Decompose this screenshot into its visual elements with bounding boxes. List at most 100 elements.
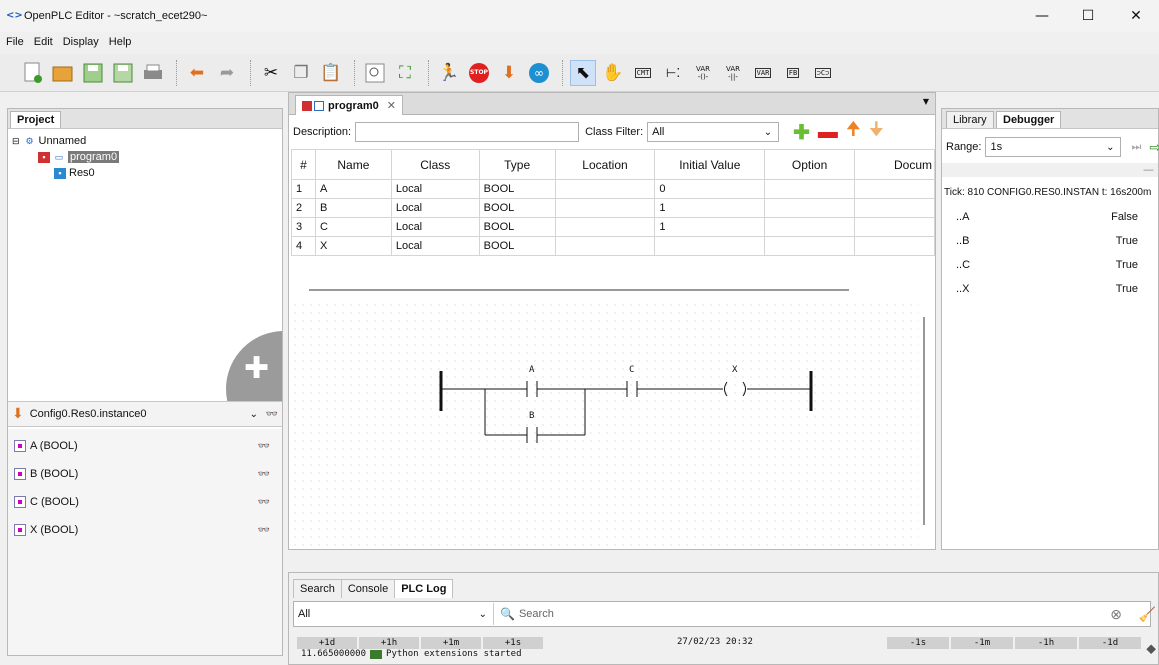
table-cell-option[interactable] bbox=[764, 198, 856, 218]
col-number[interactable]: # bbox=[291, 149, 316, 180]
list-item[interactable]: A (BOOL) 👓 bbox=[14, 437, 276, 455]
col-name[interactable]: Name bbox=[314, 149, 392, 180]
debug-value-row[interactable]: ..X True bbox=[956, 283, 1152, 295]
col-doc[interactable]: Docum bbox=[854, 149, 935, 180]
scrollbar[interactable] bbox=[309, 289, 849, 291]
table-row[interactable]: 3 C Local BOOL 1 bbox=[291, 217, 935, 237]
paste-icon[interactable]: 📋 bbox=[318, 60, 344, 86]
cut-icon[interactable]: ✂ bbox=[258, 60, 284, 86]
add-button[interactable]: ✚ bbox=[226, 331, 282, 401]
print-icon[interactable] bbox=[140, 60, 166, 86]
minimize-button[interactable]: — bbox=[1019, 0, 1065, 32]
table-row[interactable]: 2 B Local BOOL 1 bbox=[291, 198, 935, 218]
project-tab[interactable]: Project bbox=[10, 111, 62, 128]
col-type[interactable]: Type bbox=[478, 149, 556, 180]
instance-selector[interactable]: ⬇ Config0.Res0.instance0 ⌄ 👓 bbox=[8, 401, 282, 427]
fullscreen-icon[interactable]: ⛶ bbox=[392, 60, 418, 86]
table-cell-initial[interactable]: 0 bbox=[654, 179, 766, 199]
table-cell-option[interactable] bbox=[764, 236, 856, 256]
maximize-button[interactable]: ☐ bbox=[1065, 0, 1111, 32]
log-search-input[interactable]: Search bbox=[519, 608, 554, 620]
tab-debugger[interactable]: Debugger bbox=[996, 111, 1062, 128]
add-variable-icon[interactable]: ✚ bbox=[793, 120, 810, 145]
col-initial[interactable]: Initial Value bbox=[654, 149, 766, 180]
glasses-icon[interactable]: 👓 bbox=[258, 525, 270, 536]
power-rail-icon[interactable]: ⊢⁚ bbox=[660, 60, 686, 86]
pin-icon[interactable]: ⬥ bbox=[1146, 641, 1156, 657]
save-icon[interactable] bbox=[80, 60, 106, 86]
range-select[interactable]: 1s ⌄ bbox=[985, 137, 1122, 157]
col-option[interactable]: Option bbox=[764, 149, 856, 180]
pointer-icon[interactable]: ⬉ bbox=[570, 59, 596, 86]
table-row[interactable]: 1 A Local BOOL 0 bbox=[291, 179, 935, 199]
tree-root[interactable]: ⊟ ⚙ Unnamed bbox=[12, 135, 86, 147]
log-time-button[interactable]: +1h bbox=[359, 637, 419, 649]
list-item[interactable]: X (BOOL) 👓 bbox=[14, 521, 276, 539]
log-time-button[interactable]: -1s bbox=[887, 637, 949, 649]
fast-forward-icon[interactable]: ⏭ bbox=[1131, 141, 1141, 154]
tab-program0[interactable]: program0 ✕ bbox=[295, 95, 403, 115]
debug-icon[interactable]: ∞ bbox=[526, 60, 552, 86]
debug-value-row[interactable]: ..C True bbox=[956, 259, 1152, 271]
run-icon[interactable]: 🏃 bbox=[436, 60, 462, 86]
class-filter-select[interactable]: All ⌄ bbox=[647, 122, 780, 142]
tab-console[interactable]: Console bbox=[340, 579, 396, 598]
tab-library[interactable]: Library bbox=[946, 111, 994, 128]
table-cell-location[interactable] bbox=[554, 236, 656, 256]
table-cell-name[interactable]: A bbox=[314, 179, 392, 199]
table-cell-type[interactable]: BOOL bbox=[478, 198, 556, 218]
close-button[interactable]: ✕ bbox=[1113, 0, 1159, 32]
table-cell-type[interactable]: BOOL bbox=[478, 236, 556, 256]
col-class[interactable]: Class bbox=[390, 149, 480, 180]
table-cell-n[interactable]: 2 bbox=[291, 198, 316, 218]
table-cell-name[interactable]: B bbox=[314, 198, 392, 218]
tab-plc-log[interactable]: PLC Log bbox=[394, 579, 454, 598]
menu-edit[interactable]: Edit bbox=[34, 36, 53, 54]
list-item[interactable]: C (BOOL) 👓 bbox=[14, 493, 276, 511]
log-filter-select[interactable]: All ⌄ bbox=[294, 603, 494, 625]
table-cell-name[interactable]: C bbox=[314, 217, 392, 237]
export-icon[interactable]: ⇨ bbox=[1149, 139, 1159, 156]
table-cell-type[interactable]: BOOL bbox=[478, 179, 556, 199]
tab-search[interactable]: Search bbox=[293, 579, 342, 598]
copy-icon[interactable]: ❐ bbox=[288, 60, 314, 86]
undo-icon[interactable]: ⬅ bbox=[184, 60, 210, 86]
glasses-icon[interactable]: 👓 bbox=[258, 441, 270, 452]
table-cell-initial[interactable] bbox=[654, 236, 766, 256]
log-time-button[interactable]: +1d bbox=[297, 637, 357, 649]
block-icon[interactable]: ⊃C⊃ bbox=[810, 60, 836, 86]
tree-program0[interactable]: ▪ ▭ program0 bbox=[38, 151, 120, 163]
coil-icon[interactable]: VAR -()- bbox=[690, 60, 716, 86]
glasses-icon[interactable]: 👓 bbox=[258, 497, 270, 508]
log-time-button[interactable]: +1s bbox=[483, 637, 543, 649]
contact-icon[interactable]: VAR -||- bbox=[720, 60, 746, 86]
debug-value-row[interactable]: ..A False bbox=[956, 211, 1152, 223]
table-cell-location[interactable] bbox=[554, 217, 656, 237]
tab-menu-icon[interactable]: ▼ bbox=[923, 97, 929, 106]
table-cell-initial[interactable]: 1 bbox=[654, 217, 766, 237]
table-cell-type[interactable]: BOOL bbox=[478, 217, 556, 237]
table-cell-class[interactable]: Local bbox=[390, 198, 480, 218]
table-cell-n[interactable]: 1 bbox=[291, 179, 316, 199]
debug-value-row[interactable]: ..B True bbox=[956, 235, 1152, 247]
table-cell-class[interactable]: Local bbox=[390, 179, 480, 199]
table-cell-doc[interactable] bbox=[854, 217, 935, 237]
table-cell-name[interactable]: X bbox=[314, 236, 392, 256]
clear-search-icon[interactable]: ⊗ bbox=[1110, 606, 1122, 623]
transfer-icon[interactable]: ⬇ bbox=[496, 60, 522, 86]
comment-icon[interactable]: CMT bbox=[630, 60, 656, 86]
function-block-icon[interactable]: FB bbox=[780, 60, 806, 86]
table-cell-option[interactable] bbox=[764, 217, 856, 237]
table-cell-location[interactable] bbox=[554, 198, 656, 218]
menu-display[interactable]: Display bbox=[63, 36, 99, 54]
menu-file[interactable]: File bbox=[6, 36, 24, 54]
list-item[interactable]: B (BOOL) 👓 bbox=[14, 465, 276, 483]
close-tab-icon[interactable]: ✕ bbox=[387, 99, 396, 112]
glasses-icon[interactable]: 👓 bbox=[266, 409, 278, 420]
new-file-icon[interactable] bbox=[20, 60, 46, 86]
glasses-icon[interactable]: 👓 bbox=[258, 469, 270, 480]
remove-variable-icon[interactable]: ▬ bbox=[818, 121, 838, 144]
table-cell-doc[interactable] bbox=[854, 179, 935, 199]
move-down-icon[interactable]: 🠋 bbox=[869, 117, 884, 147]
table-row[interactable]: 4 X Local BOOL bbox=[291, 236, 935, 256]
